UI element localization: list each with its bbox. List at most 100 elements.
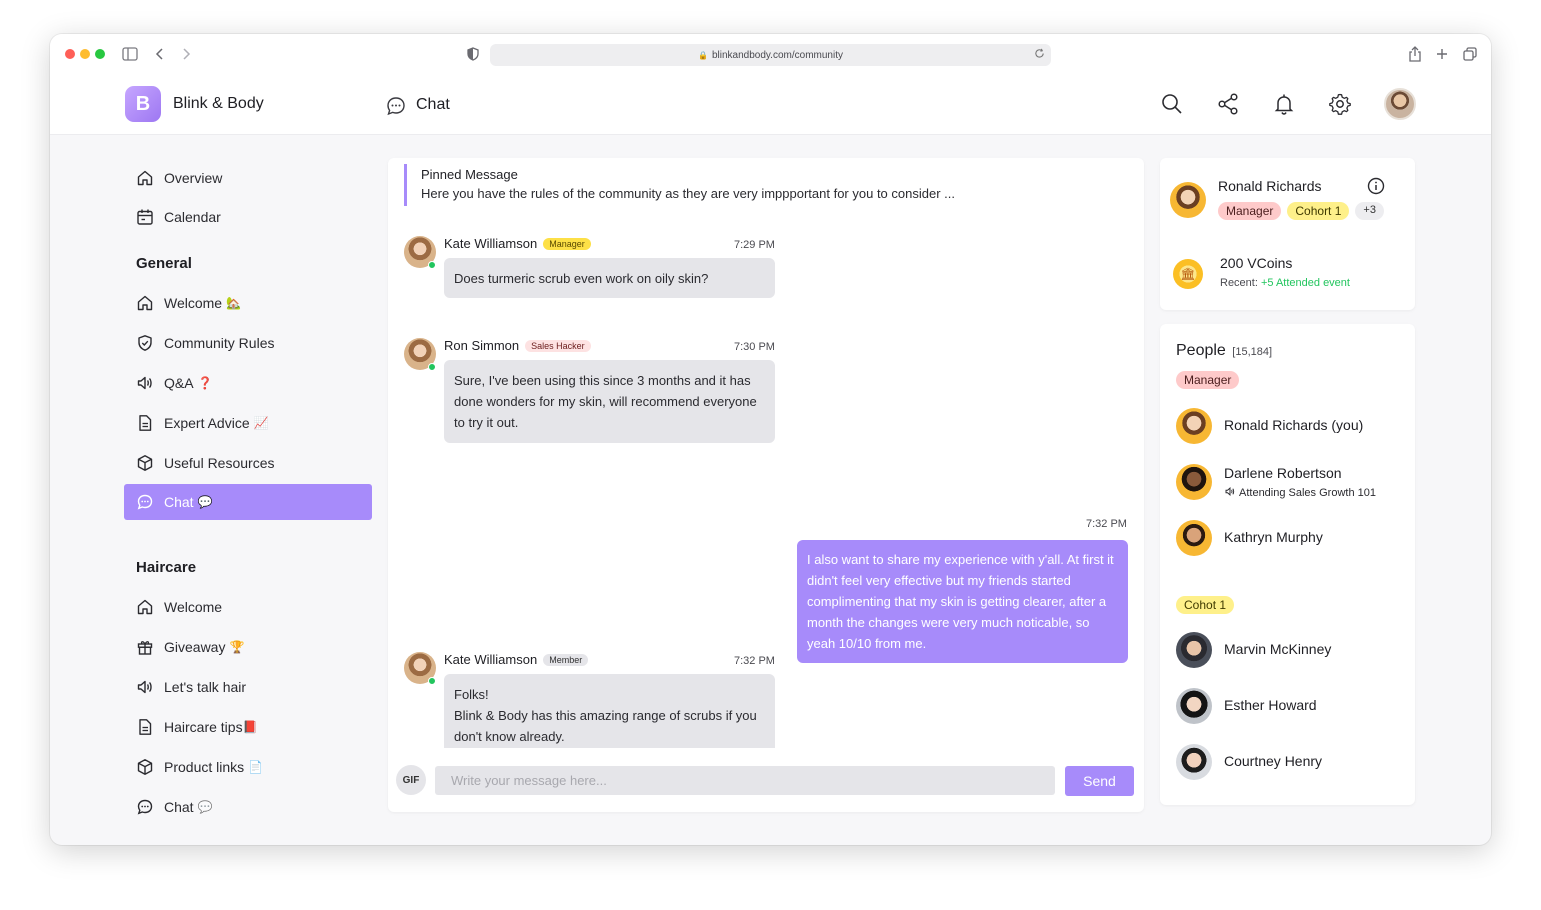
lock-icon: 🔒 [698,50,708,60]
sidebar-item-product-links[interactable]: Product links 📄 [124,749,372,785]
role-badge: Sales Hacker [525,339,591,352]
address-bar[interactable]: 🔒 blinkandbody.com/community [490,44,1051,66]
person-avatar [1176,464,1212,500]
person-name: Marvin McKinney [1224,641,1332,657]
sidebar-item-useful-resources[interactable]: Useful Resources [124,445,372,481]
chat-panel: Pinned Message Here you have the rules o… [388,158,1144,812]
tab-overview-icon[interactable] [1460,44,1480,64]
person-avatar [1176,744,1212,780]
new-tab-icon[interactable] [1432,44,1452,64]
profile-avatar[interactable] [1170,182,1206,218]
person-row[interactable]: Esther Howard [1176,688,1406,724]
document-icon [136,414,154,432]
author-name[interactable]: Kate Williamson [444,652,537,667]
sidebar-toggle-icon[interactable] [120,44,140,64]
speech-bubble-emoji-icon: 💬 [197,800,213,814]
sidebar-item-label: Haircare tips [164,719,243,735]
send-button[interactable]: Send [1065,766,1134,796]
page-title: Chat [416,96,450,113]
chat-bubble-icon [385,95,407,117]
sidebar-item-label: Expert Advice [164,415,250,431]
people-card: People [15,184] Manager Ronald Richards … [1160,324,1415,805]
document-icon [136,718,154,736]
trophy-emoji-icon: 🏆 [229,640,245,654]
calendar-icon [136,208,154,226]
role-badge: Member [543,653,589,666]
author-line: Kate Williamson Manager [444,236,591,251]
author-name[interactable]: Kate Williamson [444,236,537,251]
tag-manager[interactable]: Manager [1218,202,1282,220]
person-status: Attending Sales Growth 101 [1224,486,1376,499]
sidebar-item-expert-advice[interactable]: Expert Advice 📈 [124,405,372,441]
people-title: People [1176,342,1226,359]
gear-icon[interactable] [1328,92,1352,116]
tag-more[interactable]: +3 [1355,202,1384,220]
sidebar-item-calendar[interactable]: Calendar [124,199,372,235]
user-avatar[interactable] [1384,88,1416,120]
brand-logo[interactable]: B [125,86,161,122]
sidebar-item-haircare-tips[interactable]: Haircare tips 📕 [124,709,372,745]
home-icon [136,598,154,616]
recent-value: +5 Attended event [1260,277,1350,289]
sidebar-item-chat-active[interactable]: Chat 💬 [124,484,372,520]
sidebar-item-haircare-chat[interactable]: Chat 💬 [124,789,372,825]
app-header: B Blink & Body Chat [50,74,1491,135]
online-indicator [428,677,436,685]
reload-icon[interactable] [1034,48,1045,62]
question-mark-emoji-icon: ❓ [197,376,213,390]
sidebar-item-label: Chat [164,494,194,510]
message-input[interactable] [435,766,1055,795]
group-label-cohort[interactable]: Cohot 1 [1176,596,1235,614]
search-icon[interactable] [1160,92,1184,116]
author-line: Kate Williamson Member [444,652,589,667]
profile-name: Ronald Richards [1218,178,1322,194]
pinned-message[interactable]: Pinned Message Here you have the rules o… [404,164,1130,206]
person-row[interactable]: Kathryn Murphy [1176,520,1406,556]
person-row[interactable]: Courtney Henry [1176,744,1406,780]
group-label-manager[interactable]: Manager [1176,371,1240,389]
shield-check-icon [136,334,154,352]
message-bubble: Sure, I've been using this since 3 month… [444,360,775,443]
chart-emoji-icon: 📈 [253,416,269,430]
person-row[interactable]: Marvin McKinney [1176,632,1406,668]
brand-name: Blink & Body [173,95,264,112]
sidebar-item-haircare-welcome[interactable]: Welcome [124,589,372,625]
sidebar-item-label: Q&A [164,375,194,391]
maximize-window-button[interactable] [95,49,105,59]
sidebar-item-overview[interactable]: Overview [124,160,372,196]
sidebar-item-label: Community Rules [164,335,275,351]
author-name[interactable]: Ron Simmon [444,338,519,353]
home-icon [136,169,154,187]
share-nodes-icon[interactable] [1216,92,1240,116]
person-name: Courtney Henry [1224,753,1323,769]
person-row[interactable]: Darlene Robertson Attending Sales Growth… [1176,464,1406,500]
minimize-window-button[interactable] [80,49,90,59]
my-message-bubble: I also want to share my experience with … [797,540,1128,663]
sidebar-item-lets-talk-hair[interactable]: Let's talk hair [124,669,372,705]
forward-icon[interactable] [176,44,196,64]
shield-icon[interactable] [463,44,483,64]
person-name: Esther Howard [1224,697,1317,713]
sidebar-item-label: Useful Resources [164,455,275,471]
gif-button[interactable]: GIF [396,765,426,795]
share-icon[interactable] [1405,44,1425,64]
back-icon[interactable] [150,44,170,64]
people-count: [15,184] [1232,346,1273,358]
person-name: Ronald Richards (you) [1224,417,1364,433]
profile-tags: Manager Cohort 1 +3 [1218,202,1384,220]
bell-icon[interactable] [1272,92,1296,116]
sidebar-item-label: Welcome [164,599,223,615]
section-title-haircare: Haircare [136,559,197,576]
recent-activity: Recent: +5 Attended event [1220,277,1350,289]
message-line: Blink & Body has this amazing range of s… [454,708,757,744]
message-time: 7:32 PM [734,655,775,667]
sidebar-item-giveaway[interactable]: Giveaway 🏆 [124,629,372,665]
close-window-button[interactable] [65,49,75,59]
person-row[interactable]: Ronald Richards (you) [1176,408,1406,444]
sidebar-item-label: Giveaway [164,639,226,655]
sidebar-item-community-rules[interactable]: Community Rules [124,325,372,361]
sidebar-item-general-welcome[interactable]: Welcome 🏡 [124,285,372,321]
sidebar-item-qa[interactable]: Q&A ❓ [124,365,372,401]
tag-cohort[interactable]: Cohort 1 [1287,202,1350,220]
info-icon[interactable] [1367,177,1385,200]
